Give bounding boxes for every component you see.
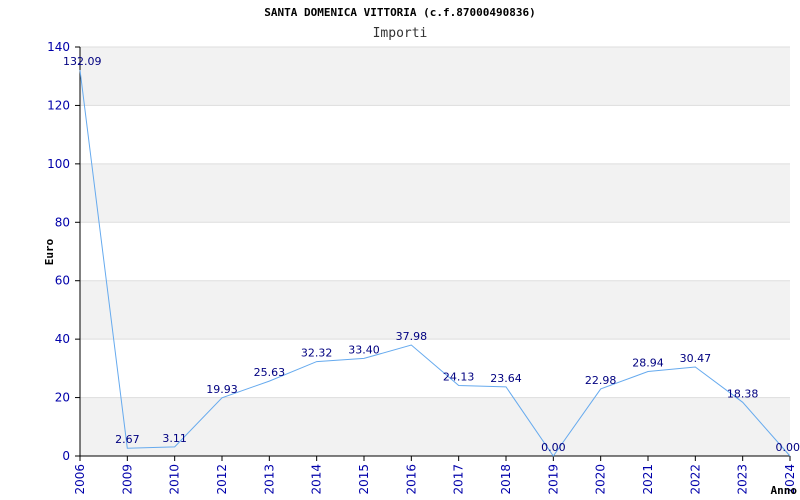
x-tick-label: 2016 (404, 464, 418, 495)
data-label: 22.98 (585, 374, 617, 387)
y-tick-label: 100 (47, 157, 70, 171)
data-label: 30.47 (680, 352, 712, 365)
data-label: 18.38 (727, 387, 759, 400)
x-axis-label: Anno (771, 484, 798, 497)
x-tick-label: 2020 (594, 464, 608, 495)
grid-band (80, 397, 790, 456)
x-tick-label: 2021 (641, 464, 655, 495)
data-label: 132.09 (63, 55, 102, 68)
chart-title: SANTA DOMENICA VITTORIA (c.f.87000490836… (264, 6, 536, 19)
data-label: 28.94 (632, 356, 664, 369)
x-tick-label: 2017 (452, 464, 466, 495)
data-label: 37.98 (396, 330, 428, 343)
x-tick-label: 2015 (357, 464, 371, 495)
data-label: 0.00 (776, 441, 800, 454)
y-tick-label: 120 (47, 98, 70, 112)
data-label: 3.11 (162, 432, 187, 445)
line-chart: 020406080100120140 2006 2009 2010 2012 2013 2… (43, 6, 800, 497)
x-tick-label: 2006 (73, 464, 87, 495)
x-tick-label: 2013 (262, 464, 276, 495)
y-tick-label: 60 (55, 274, 70, 288)
x-tick-label: 2023 (736, 464, 750, 495)
data-label: 33.40 (348, 343, 380, 356)
x-tick-label: 2010 (168, 464, 182, 495)
y-tick-label: 80 (55, 215, 70, 229)
x-tick-label: 2019 (546, 464, 560, 495)
x-tick-label: 2012 (215, 464, 229, 495)
data-label: 0.00 (541, 441, 566, 454)
x-tick-label: 2022 (688, 464, 702, 495)
x-tick-labels: 2006 2009 2010 2012 2013 2014 2015 2016 2017 2018… (73, 464, 797, 495)
data-label: 2.67 (115, 433, 140, 446)
data-label: 23.64 (490, 372, 522, 385)
y-tick-label: 20 (55, 391, 70, 405)
data-label: 19.93 (206, 383, 238, 396)
data-label: 25.63 (254, 366, 286, 379)
y-axis-label: Euro (43, 238, 56, 265)
y-tick-label: 140 (47, 40, 70, 54)
data-labels: 132.09 2.67 3.11 19.93 25.63 32.32 33.40 37.98 2… (63, 55, 800, 454)
x-tick-label: 2018 (499, 464, 513, 495)
y-tick-label: 40 (55, 332, 70, 346)
chart-subtitle: Importi (373, 26, 428, 41)
grid-band (80, 47, 790, 106)
x-tick-label: 2014 (310, 464, 324, 495)
grid-bands (80, 47, 790, 456)
x-tick-label: 2009 (120, 464, 134, 495)
data-label: 32.32 (301, 347, 333, 360)
data-label: 24.13 (443, 371, 475, 384)
grid-band (80, 280, 790, 340)
y-tick-label: 0 (62, 449, 70, 463)
grid-band (80, 163, 790, 223)
